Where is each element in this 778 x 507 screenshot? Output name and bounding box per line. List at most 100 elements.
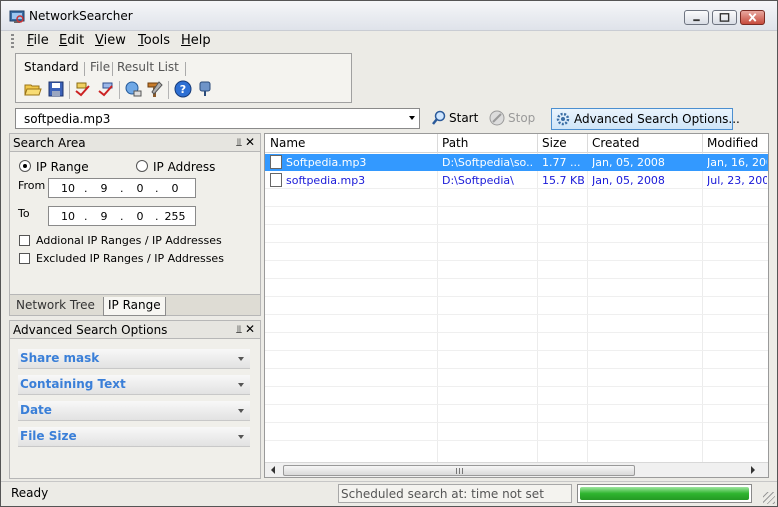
toolbar-separator (119, 81, 120, 99)
grid-line (265, 242, 768, 243)
help-icon[interactable]: ? (174, 80, 192, 98)
ip-address-label: IP Address (153, 160, 216, 174)
ip-address-radio[interactable] (136, 160, 148, 172)
to-ip-input[interactable]: 10 . 9 . 0 . 255 (48, 206, 196, 226)
table-row[interactable]: Softpedia.mp3 D:\Softpedia\so... 1.77 ..… (265, 154, 768, 171)
progress-fill (580, 487, 749, 500)
start-button[interactable]: Start (429, 109, 483, 129)
svg-text:?: ? (180, 83, 186, 96)
search-query-combo[interactable]: softpedia.mp3 (15, 108, 420, 129)
adv-share-mask[interactable]: Share mask (18, 349, 250, 369)
adv-item-label: Share mask (20, 351, 100, 365)
column-created[interactable]: Created (592, 136, 640, 150)
find-icon[interactable] (74, 80, 92, 98)
horizontal-scrollbar[interactable] (265, 462, 768, 477)
toolbar-panel: Standard File Result List ? (15, 53, 352, 103)
grid-line (265, 314, 768, 315)
cell-path: D:\Softpedia\so... (442, 156, 534, 169)
column-divider[interactable] (587, 134, 588, 153)
column-path[interactable]: Path (442, 136, 468, 150)
window-title: NetworkSearcher (29, 9, 133, 23)
pin-icon[interactable]: ⫫ (236, 323, 242, 337)
results-column-header: Name Path Size Created Modified (265, 134, 768, 153)
column-name[interactable]: Name (270, 136, 305, 150)
menu-tools[interactable]: Tools (138, 33, 170, 48)
scrollbar-thumb[interactable] (283, 465, 635, 476)
menu-file[interactable]: File (27, 33, 49, 48)
column-size[interactable]: Size (542, 136, 567, 150)
search-area-tabs: Network Tree IP Range (9, 294, 261, 316)
tools-icon[interactable] (146, 80, 164, 98)
grid-line (265, 404, 768, 405)
progress-bar (577, 484, 752, 503)
maximize-icon (719, 13, 730, 22)
to-ip-octet: 9 (100, 210, 108, 223)
tab-ip-range[interactable]: IP Range (103, 297, 166, 316)
toolbar-tab-standard[interactable]: Standard (24, 60, 79, 74)
audio-file-icon (270, 155, 282, 169)
advanced-search-options-button[interactable]: Advanced Search Options... (551, 108, 740, 130)
from-ip-input[interactable]: 10 . 9 . 0 . 0 (48, 178, 196, 198)
minimize-button[interactable] (684, 10, 709, 25)
to-label: To (18, 207, 30, 220)
from-ip-octet: 0 (171, 182, 179, 195)
stop-button[interactable]: Stop (488, 109, 540, 129)
maximize-button[interactable] (712, 10, 737, 25)
column-divider[interactable] (537, 134, 538, 153)
audio-file-icon (270, 173, 282, 187)
excluded-ranges-checkbox[interactable] (19, 253, 30, 264)
from-label: From (18, 179, 46, 192)
title-bar[interactable]: NetworkSearcher (1, 1, 777, 31)
open-folder-icon[interactable] (24, 80, 42, 98)
chevron-down-icon[interactable] (409, 116, 415, 120)
resize-grip[interactable] (763, 492, 775, 504)
save-icon[interactable] (47, 80, 65, 98)
results-list[interactable]: Name Path Size Created Modified Softpedi… (264, 133, 769, 478)
adv-file-size[interactable]: File Size (18, 427, 250, 447)
table-row[interactable]: softpedia.mp3 D:\Softpedia\ 15.7 KB Jan,… (265, 172, 768, 189)
advanced-options-header: Advanced Search Options ⫫ ✕ (9, 320, 261, 339)
app-icon (9, 10, 25, 23)
close-icon[interactable]: ✕ (245, 322, 255, 336)
cell-size: 1.77 ... (542, 156, 581, 169)
toolbar-separator (168, 81, 169, 99)
tab-network-tree[interactable]: Network Tree (12, 297, 99, 316)
close-icon[interactable]: ✕ (245, 135, 255, 149)
adv-date[interactable]: Date (18, 401, 250, 421)
pin-icon[interactable]: ⫫ (236, 136, 242, 150)
menu-edit[interactable]: Edit (59, 33, 84, 48)
adv-containing-text[interactable]: Containing Text (18, 375, 250, 395)
menu-view[interactable]: View (95, 33, 126, 48)
column-divider[interactable] (702, 134, 703, 153)
close-button[interactable] (740, 10, 765, 25)
column-modified[interactable]: Modified (707, 136, 758, 150)
menu-bar: File Edit View Tools Help (1, 31, 777, 51)
scroll-right-icon[interactable] (751, 466, 755, 474)
cell-name: softpedia.mp3 (286, 174, 366, 187)
menu-help[interactable]: Help (181, 33, 211, 48)
search-area-panel: IP Range IP Address From 10 . 9 . 0 . 0 … (9, 152, 261, 294)
cell-modified: Jan, 16, 2007 (707, 156, 767, 169)
additional-ranges-checkbox[interactable] (19, 235, 30, 246)
menubar-grip[interactable] (11, 34, 14, 48)
toolbar-tab-result-list[interactable]: Result List (117, 60, 179, 74)
ip-range-radio[interactable] (19, 160, 31, 172)
grid-line (587, 153, 588, 463)
column-divider[interactable] (437, 134, 438, 153)
toolbar-tab-file[interactable]: File (90, 60, 110, 74)
grid-line (265, 206, 768, 207)
network-icon[interactable] (124, 80, 142, 98)
info-icon[interactable] (196, 80, 214, 98)
scrollbar-grip (456, 468, 464, 474)
grid-line (537, 153, 538, 463)
from-ip-octet: 10 (61, 182, 75, 195)
scroll-left-icon[interactable] (271, 466, 275, 474)
advanced-options-panel: Share mask Containing Text Date File Siz… (9, 339, 261, 479)
left-pane: Search Area ⫫ ✕ IP Range IP Address From… (9, 133, 261, 479)
adv-item-label: File Size (20, 429, 77, 443)
adv-item-label: Containing Text (20, 377, 126, 391)
find-next-icon[interactable] (97, 80, 115, 98)
to-ip-octet: 255 (164, 210, 186, 223)
minimize-icon (693, 19, 700, 22)
chevron-down-icon (238, 435, 244, 439)
